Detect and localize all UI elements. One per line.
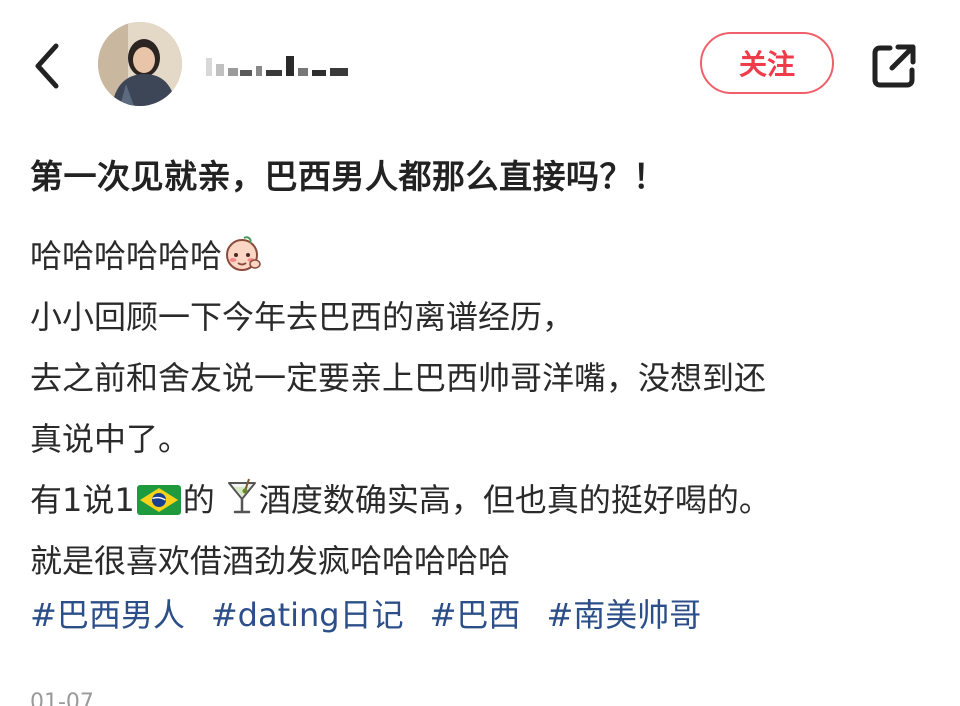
body-text: 哈哈哈哈哈哈	[30, 237, 223, 275]
body-text: 的	[182, 481, 215, 519]
back-button[interactable]	[28, 38, 68, 94]
post-title: 第一次见就亲，巴西男人都那么直接吗？！	[30, 157, 667, 196]
cocktail-glass-icon	[225, 476, 259, 537]
hashtag-link[interactable]: #巴西	[430, 590, 521, 636]
hashtag-link[interactable]: #南美帅哥	[546, 590, 701, 636]
body-text: 酒度数确实高，但也真的挺好喝的。	[258, 481, 771, 519]
avatar[interactable]	[98, 22, 182, 106]
body-line: 有1说1 的 酒度数确实高，但也真的挺好喝的。	[30, 470, 930, 531]
hashtag-link[interactable]: #dating日记	[211, 590, 404, 636]
hashtag-list: #巴西男人 #dating日记 #巴西 #南美帅哥	[30, 590, 701, 636]
post-page: 关注 第一次见就亲，巴西男人都那么直接吗？！ 哈哈哈哈哈哈 小小回顾一下今年去巴…	[0, 0, 960, 706]
share-button[interactable]	[868, 40, 920, 92]
body-line: 真说中了。	[30, 420, 191, 458]
brazil-flag-icon	[136, 474, 181, 515]
body-line: 去之前和舍友说一定要亲上巴西帅哥洋嘴，没想到还	[30, 359, 767, 397]
post-date: 01-07	[30, 690, 94, 706]
body-text: 有1说1	[30, 481, 135, 519]
body-line: 小小回顾一下今年去巴西的离谱经历，	[30, 298, 575, 336]
post-body: 哈哈哈哈哈哈 小小回顾一下今年去巴西的离谱经历， 去之前和舍友说一定要亲上巴西帅…	[30, 226, 930, 592]
hashtag-link[interactable]: #巴西男人	[30, 590, 185, 636]
blushing-face-icon	[222, 232, 262, 293]
body-line: 就是很喜欢借酒劲发疯哈哈哈哈哈	[30, 542, 511, 580]
username-pixelated[interactable]	[206, 56, 356, 80]
follow-button[interactable]: 关注	[700, 32, 834, 94]
body-line: 哈哈哈哈哈哈	[30, 226, 930, 287]
share-icon	[872, 44, 916, 88]
follow-button-label: 关注	[738, 48, 795, 81]
chevron-left-icon	[35, 43, 59, 89]
